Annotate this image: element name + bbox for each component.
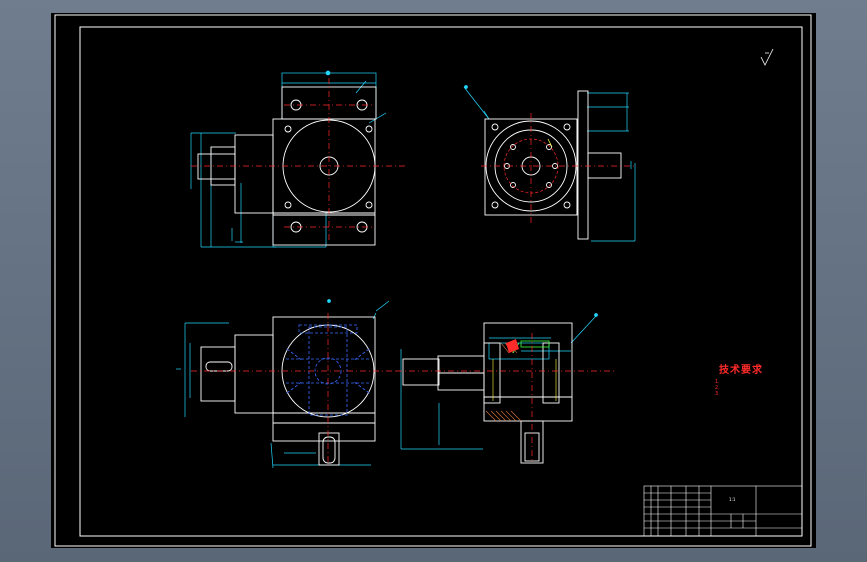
view-bottom-right [396,313,616,464]
surface-finish-icon [760,48,774,66]
inner-border [79,26,803,537]
title-block-scale: 1:1 [729,497,736,502]
view-bottom-left [176,299,396,469]
technical-requirement-line: 3. [715,391,720,397]
cad-drawing [54,14,812,547]
title-block [643,485,803,537]
view-top-right [463,85,636,242]
drawing-sheet: 技术要求 1. 2. 3. 1:1 [51,13,816,548]
view-top-left [190,70,406,248]
outer-border [54,14,812,547]
red-marker [506,339,519,353]
technical-requirements-title: 技术要求 [719,365,763,376]
